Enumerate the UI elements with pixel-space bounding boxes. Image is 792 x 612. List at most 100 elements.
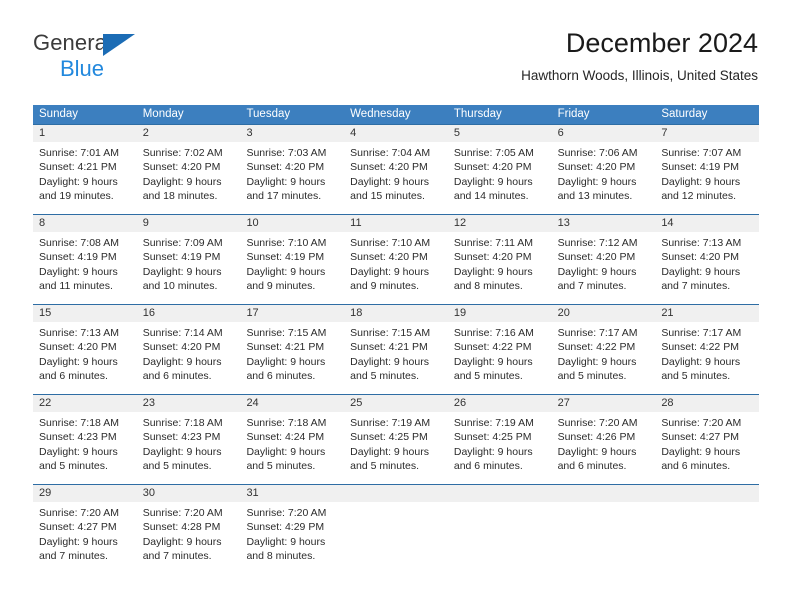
day-number: 1 bbox=[39, 127, 46, 139]
day-cell[interactable]: Sunrise: 7:20 AM Sunset: 4:26 PM Dayligh… bbox=[552, 412, 656, 484]
daylight-text-line2: and 5 minutes. bbox=[39, 460, 108, 473]
day-cell[interactable]: Sunrise: 7:20 AM Sunset: 4:28 PM Dayligh… bbox=[137, 502, 241, 574]
day-cell[interactable]: Sunrise: 7:20 AM Sunset: 4:27 PM Dayligh… bbox=[655, 412, 759, 484]
day-number: 6 bbox=[557, 127, 564, 139]
daylight-text-line2: and 6 minutes. bbox=[453, 460, 523, 473]
sunrise-text: Sunrise: 7:20 AM bbox=[557, 417, 638, 429]
day-cell[interactable]: Sunrise: 7:19 AM Sunset: 4:25 PM Dayligh… bbox=[344, 412, 448, 484]
daylight-text-line2: and 13 minutes. bbox=[557, 190, 633, 203]
sunrise-text: Sunrise: 7:04 AM bbox=[350, 147, 431, 159]
sunrise-text: Sunrise: 7:11 AM bbox=[453, 237, 534, 249]
week-detail-row: Sunrise: 7:08 AM Sunset: 4:19 PM Dayligh… bbox=[33, 232, 759, 304]
day-number: 18 bbox=[350, 307, 363, 319]
day-cell[interactable]: Sunrise: 7:09 AM Sunset: 4:19 PM Dayligh… bbox=[137, 232, 241, 304]
day-cell[interactable]: Sunrise: 7:06 AM Sunset: 4:20 PM Dayligh… bbox=[552, 142, 656, 214]
sunrise-text: Sunrise: 7:13 AM bbox=[39, 327, 119, 339]
sunrise-text: Sunrise: 7:20 AM bbox=[661, 417, 742, 429]
day-cell[interactable]: Sunrise: 7:17 AM Sunset: 4:22 PM Dayligh… bbox=[552, 322, 656, 394]
day-cell[interactable]: Sunrise: 7:01 AM Sunset: 4:21 PM Dayligh… bbox=[33, 142, 137, 214]
sunrise-text: Sunrise: 7:03 AM bbox=[246, 147, 327, 159]
daylight-text-line1: Daylight: 9 hours bbox=[557, 265, 637, 278]
day-cell[interactable]: Sunrise: 7:05 AM Sunset: 4:20 PM Dayligh… bbox=[448, 142, 552, 214]
sunrise-text: Sunrise: 7:10 AM bbox=[350, 237, 431, 249]
daylight-text-line2: and 7 minutes. bbox=[39, 550, 108, 563]
daylight-text-line1: Daylight: 9 hours bbox=[39, 445, 118, 458]
sunset-text: Sunset: 4:26 PM bbox=[557, 431, 636, 444]
daylight-text-line2: and 5 minutes. bbox=[246, 460, 316, 473]
day-number: 30 bbox=[142, 487, 155, 499]
dow-header-sunday: Sunday bbox=[39, 108, 79, 120]
day-cell[interactable]: Sunrise: 7:08 AM Sunset: 4:19 PM Dayligh… bbox=[33, 232, 137, 304]
week-detail-row: Sunrise: 7:18 AM Sunset: 4:23 PM Dayligh… bbox=[33, 412, 759, 484]
day-number: 16 bbox=[142, 307, 155, 319]
day-cell[interactable]: Sunrise: 7:13 AM Sunset: 4:20 PM Dayligh… bbox=[655, 232, 759, 304]
day-cell[interactable]: Sunrise: 7:02 AM Sunset: 4:20 PM Dayligh… bbox=[137, 142, 241, 214]
day-cell[interactable]: Sunrise: 7:18 AM Sunset: 4:24 PM Dayligh… bbox=[240, 412, 344, 484]
day-cell[interactable]: Sunrise: 7:04 AM Sunset: 4:20 PM Dayligh… bbox=[344, 142, 448, 214]
daylight-text-line1: Daylight: 9 hours bbox=[246, 445, 326, 458]
daylight-text-line2: and 9 minutes. bbox=[350, 280, 420, 293]
day-cell[interactable]: Sunrise: 7:20 AM Sunset: 4:27 PM Dayligh… bbox=[33, 502, 137, 574]
sunrise-text: Sunrise: 7:18 AM bbox=[142, 417, 223, 429]
day-number: 14 bbox=[661, 217, 674, 229]
day-cell[interactable]: Sunrise: 7:17 AM Sunset: 4:22 PM Dayligh… bbox=[655, 322, 759, 394]
sunset-text: Sunset: 4:20 PM bbox=[350, 251, 428, 264]
daylight-text-line2: and 5 minutes. bbox=[557, 370, 627, 383]
day-number: 10 bbox=[246, 217, 259, 229]
day-number: 21 bbox=[661, 307, 674, 319]
day-cell[interactable]: Sunrise: 7:15 AM Sunset: 4:21 PM Dayligh… bbox=[240, 322, 344, 394]
daylight-text-line2: and 7 minutes. bbox=[557, 280, 627, 293]
daylight-text-line2: and 8 minutes. bbox=[453, 280, 523, 293]
day-cell-empty bbox=[448, 502, 552, 574]
sunset-text: Sunset: 4:22 PM bbox=[453, 341, 532, 354]
daylight-text-line1: Daylight: 9 hours bbox=[557, 445, 637, 458]
sunrise-text: Sunrise: 7:12 AM bbox=[557, 237, 638, 249]
sunset-text: Sunset: 4:27 PM bbox=[39, 521, 117, 534]
day-cell[interactable]: Sunrise: 7:03 AM Sunset: 4:20 PM Dayligh… bbox=[240, 142, 344, 214]
day-number: 8 bbox=[39, 217, 46, 229]
day-cell[interactable]: Sunrise: 7:19 AM Sunset: 4:25 PM Dayligh… bbox=[448, 412, 552, 484]
day-number: 11 bbox=[350, 217, 362, 229]
day-number: 3 bbox=[246, 127, 253, 139]
daylight-text-line2: and 10 minutes. bbox=[142, 280, 218, 293]
daylight-text-line1: Daylight: 9 hours bbox=[39, 535, 118, 548]
sunrise-text: Sunrise: 7:20 AM bbox=[142, 507, 223, 519]
day-cell[interactable]: Sunrise: 7:11 AM Sunset: 4:20 PM Dayligh… bbox=[448, 232, 552, 304]
day-cell[interactable]: Sunrise: 7:07 AM Sunset: 4:19 PM Dayligh… bbox=[655, 142, 759, 214]
daylight-text-line2: and 5 minutes. bbox=[661, 370, 731, 383]
day-cell[interactable]: Sunrise: 7:18 AM Sunset: 4:23 PM Dayligh… bbox=[33, 412, 137, 484]
day-number: 19 bbox=[453, 307, 467, 319]
day-cell[interactable]: Sunrise: 7:15 AM Sunset: 4:21 PM Dayligh… bbox=[344, 322, 448, 394]
day-cell[interactable]: Sunrise: 7:10 AM Sunset: 4:19 PM Dayligh… bbox=[240, 232, 344, 304]
logo-triangle-icon bbox=[103, 34, 135, 56]
day-number: 26 bbox=[453, 397, 467, 409]
daylight-text-line1: Daylight: 9 hours bbox=[661, 175, 741, 188]
day-cell-empty bbox=[552, 502, 656, 574]
day-number: 25 bbox=[350, 397, 363, 409]
day-cell[interactable]: Sunrise: 7:10 AM Sunset: 4:20 PM Dayligh… bbox=[344, 232, 448, 304]
daylight-text-line2: and 7 minutes. bbox=[142, 550, 212, 563]
sunrise-text: Sunrise: 7:06 AM bbox=[557, 147, 638, 159]
daylight-text-line1: Daylight: 9 hours bbox=[350, 175, 429, 188]
page-subtitle: Hawthorn Woods, Illinois, United States bbox=[521, 68, 758, 83]
sunset-text: Sunset: 4:20 PM bbox=[453, 251, 532, 264]
sunset-text: Sunset: 4:19 PM bbox=[661, 161, 739, 174]
daylight-text-line1: Daylight: 9 hours bbox=[350, 445, 429, 458]
day-cell[interactable]: Sunrise: 7:13 AM Sunset: 4:20 PM Dayligh… bbox=[33, 322, 137, 394]
sunrise-text: Sunrise: 7:09 AM bbox=[142, 237, 223, 249]
dow-header-wednesday: Wednesday bbox=[350, 108, 411, 120]
day-cell[interactable]: Sunrise: 7:14 AM Sunset: 4:20 PM Dayligh… bbox=[137, 322, 241, 394]
daylight-text-line2: and 5 minutes. bbox=[350, 460, 420, 473]
day-number: 7 bbox=[661, 127, 668, 139]
daylight-text-line2: and 6 minutes. bbox=[557, 460, 627, 473]
day-cell[interactable]: Sunrise: 7:16 AM Sunset: 4:22 PM Dayligh… bbox=[448, 322, 552, 394]
daylight-text-line1: Daylight: 9 hours bbox=[142, 355, 222, 368]
sunrise-text: Sunrise: 7:20 AM bbox=[246, 507, 327, 519]
day-cell[interactable]: Sunrise: 7:18 AM Sunset: 4:23 PM Dayligh… bbox=[137, 412, 241, 484]
daylight-text-line1: Daylight: 9 hours bbox=[661, 265, 741, 278]
daylight-text-line1: Daylight: 9 hours bbox=[246, 265, 326, 278]
day-cell[interactable]: Sunrise: 7:20 AM Sunset: 4:29 PM Dayligh… bbox=[240, 502, 344, 574]
day-number: 31 bbox=[246, 487, 259, 499]
generalblue-logo[interactable]: General Blue bbox=[33, 32, 163, 84]
day-cell[interactable]: Sunrise: 7:12 AM Sunset: 4:20 PM Dayligh… bbox=[552, 232, 656, 304]
